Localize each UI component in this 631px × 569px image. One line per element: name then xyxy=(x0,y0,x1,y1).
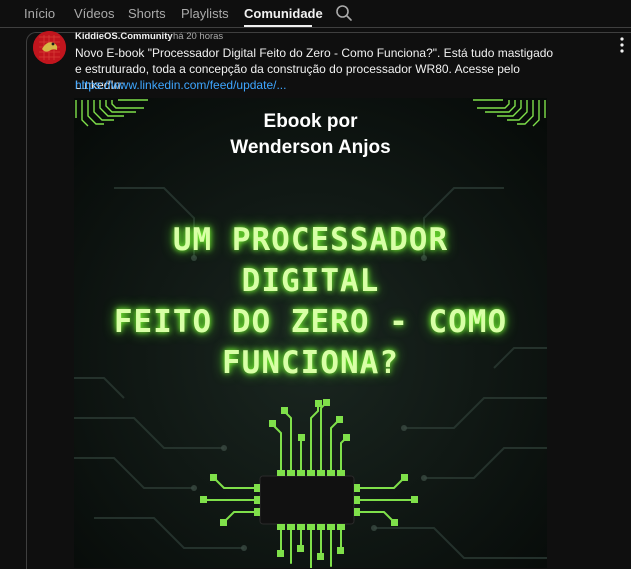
tab-comunidade[interactable]: Comunidade xyxy=(244,6,323,21)
channel-tabs: Início Vídeos Shorts Playlists Comunidad… xyxy=(0,0,631,28)
cover-title-line: FUNCIONA? xyxy=(222,345,399,381)
cover-title-line: FEITO DO ZERO - COMO xyxy=(113,304,508,340)
linkedin-link[interactable]: https://www.linkedin.com/feed/update/... xyxy=(75,78,286,92)
tab-shorts[interactable]: Shorts xyxy=(128,6,166,21)
cover-author: Wenderson Anjos xyxy=(230,137,391,158)
active-tab-indicator xyxy=(244,25,312,27)
tab-playlists[interactable]: Playlists xyxy=(181,6,229,21)
post-timestamp[interactable]: há 20 horas xyxy=(173,31,223,42)
search-icon[interactable] xyxy=(335,4,353,22)
cover-byline: Ebook por xyxy=(263,111,358,132)
post-image[interactable]: Ebook por Wenderson Anjos UM PROCESSADOR… xyxy=(74,98,547,568)
channel-avatar[interactable] xyxy=(33,31,66,64)
tab-inicio[interactable]: Início xyxy=(24,6,55,21)
cover-title-line: UM PROCESSADOR xyxy=(172,222,449,258)
cover-title-line: DIGITAL xyxy=(241,263,380,299)
channel-name[interactable]: KiddieOS.Community xyxy=(75,31,173,42)
tab-videos[interactable]: Vídeos xyxy=(74,6,114,21)
more-vert-icon[interactable] xyxy=(617,36,627,54)
